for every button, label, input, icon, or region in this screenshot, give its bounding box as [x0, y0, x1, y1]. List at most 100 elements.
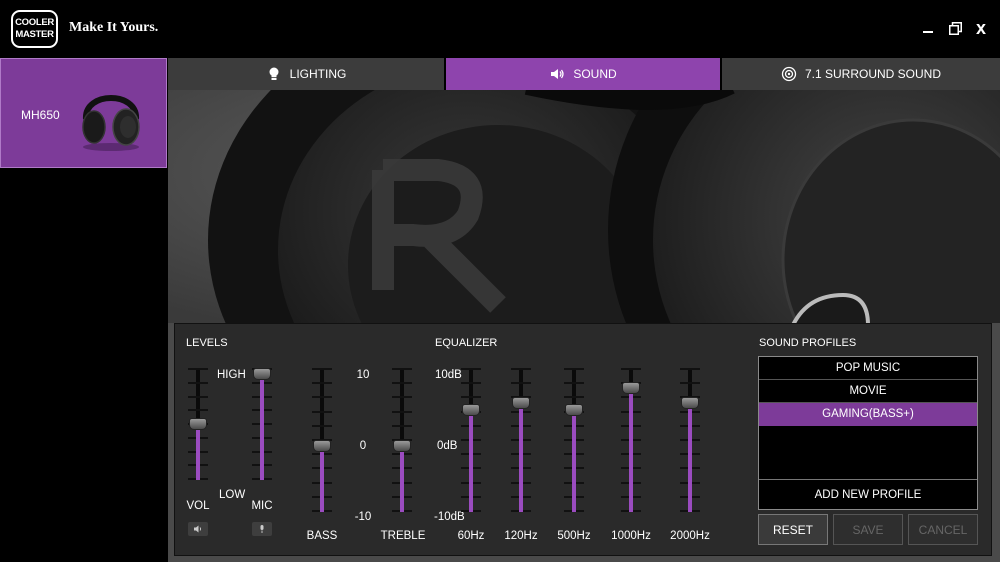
cooler-master-logo: COOLER MASTER	[11, 10, 58, 48]
volume-slider[interactable]	[184, 368, 212, 480]
slider-tick	[564, 382, 584, 385]
tone-scale-top: 10	[356, 369, 370, 381]
mic-label: MIC	[251, 500, 273, 512]
save-button[interactable]: SAVE	[833, 514, 903, 545]
slider-fill	[260, 368, 264, 480]
profile-list: POP MUSIC MOVIE GAMING(BASS+) ADD NEW PR…	[758, 356, 978, 510]
slider-tick	[680, 368, 700, 370]
profile-item-pop-music[interactable]: POP MUSIC	[759, 357, 977, 380]
volume-mute-toggle[interactable]	[188, 522, 208, 536]
slider-thumb[interactable]	[313, 440, 331, 452]
eq-slider-60hz[interactable]	[457, 368, 485, 512]
slider-thumb[interactable]	[393, 440, 411, 452]
mic-slider[interactable]	[248, 368, 276, 480]
slider-thumb[interactable]	[462, 404, 480, 416]
tone-scale-mid: 0	[359, 440, 367, 452]
treble-slider[interactable]	[388, 368, 416, 512]
slider-tick	[461, 396, 481, 399]
tab-surround-sound[interactable]: 7.1 SURROUND SOUND	[722, 58, 1000, 90]
logo-line-2: MASTER	[15, 29, 54, 40]
slider-thumb[interactable]	[253, 368, 271, 380]
vol-label: VOL	[186, 500, 210, 512]
slider-fill	[688, 396, 692, 512]
eq-band-label: 500Hz	[557, 530, 591, 542]
bass-label: BASS	[306, 530, 338, 542]
eq-scale-bottom: -10dB	[434, 511, 465, 523]
slider-tick	[188, 368, 208, 370]
slider-tick	[461, 368, 481, 370]
add-new-profile-button[interactable]: ADD NEW PROFILE	[759, 479, 977, 509]
headset-thumbnail	[82, 95, 140, 151]
logo-line-1: COOLER	[15, 17, 54, 28]
eq-slider-120hz[interactable]	[507, 368, 535, 512]
device-name: MH650	[21, 108, 60, 122]
tagline: Make It Yours.	[69, 20, 159, 35]
slider-fill	[572, 404, 576, 512]
slider-tick	[680, 382, 700, 385]
restore-icon	[948, 21, 962, 35]
eq-band-label: 120Hz	[504, 530, 538, 542]
reset-button[interactable]: RESET	[758, 514, 828, 545]
eq-slider-1000hz[interactable]	[617, 368, 645, 512]
cancel-button[interactable]: CANCEL	[908, 514, 978, 545]
speaker-icon	[194, 525, 202, 533]
slider-tick	[312, 382, 332, 385]
close-button[interactable]: x	[971, 18, 991, 38]
tab-bar: LIGHTING SOUND 7.1 SURROUND SOUND	[168, 58, 1000, 90]
treble-label: TREBLE	[380, 530, 426, 542]
slider-tick	[392, 368, 412, 370]
slider-tick	[511, 382, 531, 385]
tab-sound-label: SOUND	[573, 67, 617, 81]
microphone-icon	[260, 525, 264, 533]
tone-scale-bottom: -10	[354, 511, 372, 523]
eq-band-label: 60Hz	[457, 530, 485, 542]
slider-tick	[312, 424, 332, 427]
eq-slider-500hz[interactable]	[560, 368, 588, 512]
slider-fill	[629, 382, 633, 512]
eq-slider-2000hz[interactable]	[676, 368, 704, 512]
profile-item-gaming-bass[interactable]: GAMING(BASS+)	[759, 403, 977, 426]
bass-slider[interactable]	[308, 368, 336, 512]
slider-tick	[188, 395, 208, 398]
slider-tick	[564, 368, 584, 370]
levels-low-label: LOW	[219, 489, 246, 501]
levels-high-label: HIGH	[217, 369, 246, 381]
equalizer-title: EQUALIZER	[435, 337, 498, 349]
slider-fill	[519, 396, 523, 512]
sound-profiles-title: SOUND PROFILES	[759, 337, 857, 349]
slider-tick	[461, 382, 481, 385]
eq-band-label: 2000Hz	[670, 530, 710, 542]
slider-tick	[188, 381, 208, 384]
device-card-mh650[interactable]: MH650	[0, 58, 167, 168]
tab-lighting[interactable]: LIGHTING	[168, 58, 446, 90]
slider-tick	[564, 396, 584, 399]
slider-tick	[188, 409, 208, 412]
slider-tick	[392, 410, 412, 413]
slider-tick	[392, 396, 412, 399]
levels-title: LEVELS	[186, 337, 228, 349]
profile-item-movie[interactable]: MOVIE	[759, 380, 977, 403]
sidebar: MH650	[0, 58, 168, 562]
headset-hero-image	[168, 90, 1000, 325]
slider-thumb[interactable]	[681, 396, 699, 409]
slider-tick	[511, 368, 531, 370]
eq-scale-mid: 0dB	[437, 440, 458, 452]
slider-tick	[312, 396, 332, 399]
surround-icon	[781, 66, 797, 82]
restore-button[interactable]	[945, 18, 965, 38]
slider-thumb[interactable]	[512, 396, 530, 409]
slider-thumb[interactable]	[565, 404, 583, 416]
tab-sound[interactable]: SOUND	[446, 58, 722, 90]
tab-surround-label: 7.1 SURROUND SOUND	[804, 67, 942, 81]
slider-tick	[312, 410, 332, 413]
slider-tick	[312, 368, 332, 370]
slider-thumb[interactable]	[622, 382, 640, 395]
mic-mute-toggle[interactable]	[252, 522, 272, 536]
slider-thumb[interactable]	[189, 418, 207, 431]
slider-tick	[621, 368, 641, 370]
eq-band-label: 1000Hz	[611, 530, 651, 542]
minimize-button[interactable]	[918, 18, 938, 38]
speaker-icon	[551, 69, 564, 79]
title-bar: COOLER MASTER Make It Yours. x	[0, 0, 1000, 58]
tab-lighting-label: LIGHTING	[289, 67, 347, 81]
